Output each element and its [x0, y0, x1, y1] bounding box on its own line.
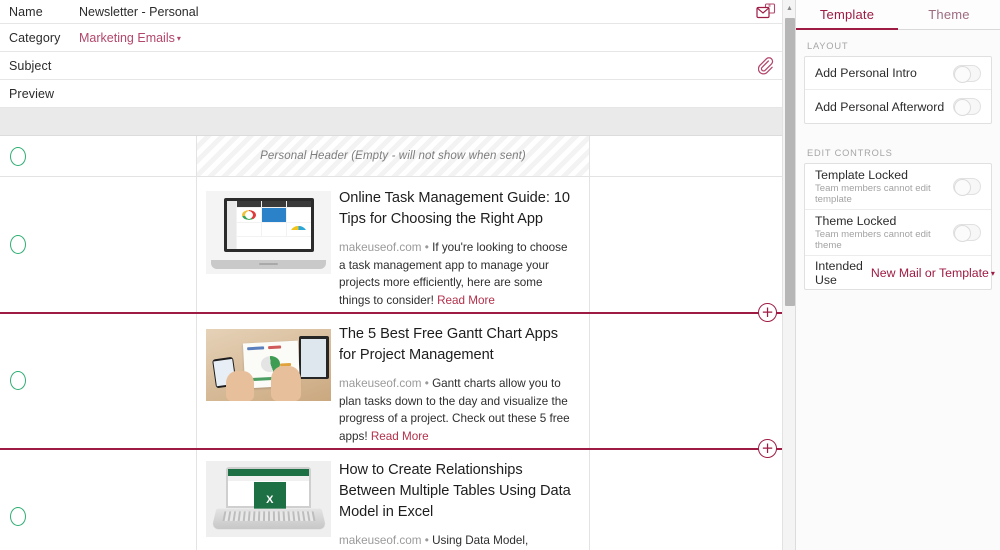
read-more-link[interactable]: Read More — [371, 430, 429, 443]
layout-options-card: Add Personal Intro Add Personal Afterwor… — [804, 56, 992, 124]
subject-label: Subject — [9, 58, 52, 73]
row-theme-locked[interactable]: Theme Locked Team members cannot edit th… — [805, 210, 991, 256]
block-right-column — [590, 136, 795, 176]
article-separator: • — [424, 377, 429, 390]
article-source: makeuseof.com — [339, 534, 422, 547]
theme-locked-toggle[interactable] — [953, 224, 981, 242]
insert-divider-line — [0, 312, 795, 314]
add-personal-intro-label: Add Personal Intro — [815, 66, 917, 80]
insert-divider-line — [0, 448, 795, 450]
name-label: Name — [9, 4, 43, 19]
article-1-content[interactable]: Online Task Management Guide: 10 Tips fo… — [197, 177, 590, 312]
article-block-1: Online Task Management Guide: 10 Tips fo… — [0, 177, 795, 313]
add-personal-afterword-label: Add Personal Afterword — [815, 99, 945, 114]
personal-header-text: Personal Header (Empty - will not show w… — [260, 150, 526, 162]
theme-locked-label: Theme Locked — [815, 214, 897, 228]
row-add-personal-afterword[interactable]: Add Personal Afterword — [805, 90, 991, 123]
read-more-link[interactable]: Read More — [437, 294, 495, 307]
edit-controls-card: Template Locked Team members cannot edit… — [804, 163, 995, 290]
article-separator: • — [424, 241, 429, 254]
article-block-3: X How to Create Relationships Between Mu… — [0, 449, 795, 550]
article-description: makeuseof.com • Using Data Model, automa… — [339, 532, 573, 550]
article-separator: • — [424, 534, 429, 547]
desk-planning-thumbnail — [206, 329, 331, 401]
add-personal-intro-toggle[interactable] — [953, 64, 981, 83]
article-1-left-column — [0, 177, 197, 312]
article-2-body: The 5 Best Free Gantt Chart Apps for Pro… — [338, 313, 589, 455]
article-3-body: How to Create Relationships Between Mult… — [338, 449, 589, 550]
block-select-marker[interactable] — [10, 507, 26, 526]
laptop-excel-thumbnail: X — [206, 461, 331, 537]
article-2-right-column — [590, 313, 795, 448]
add-personal-afterword-text: Add Personal Afterword — [815, 100, 953, 114]
name-value[interactable]: Newsletter - Personal — [79, 5, 199, 19]
chevron-down-icon: ▾ — [990, 268, 995, 278]
theme-locked-description: Team members cannot edit theme — [815, 229, 931, 251]
edit-controls-section-label: Edit Controls — [807, 148, 893, 158]
personal-header-placeholder[interactable]: Personal Header (Empty - will not show w… — [197, 136, 590, 176]
block-select-marker[interactable] — [10, 371, 26, 390]
editor-scrollbar[interactable]: ▲ — [782, 0, 795, 550]
row-template-locked[interactable]: Template Locked Team members cannot edit… — [805, 164, 991, 210]
article-description: makeuseof.com • Gantt charts allow you t… — [339, 375, 573, 445]
block-selector-column — [0, 136, 197, 176]
article-title[interactable]: The 5 Best Free Gantt Chart Apps for Pro… — [339, 324, 573, 366]
mail-template-icon[interactable] — [755, 1, 777, 23]
block-select-marker[interactable] — [10, 147, 26, 166]
article-3-content[interactable]: X How to Create Relationships Between Mu… — [197, 449, 590, 550]
theme-locked-text: Theme Locked Team members cannot edit th… — [815, 214, 953, 251]
preview-label: Preview — [9, 86, 55, 101]
laptop-dashboard-thumbnail — [206, 191, 331, 274]
personal-header-block: Personal Header (Empty - will not show w… — [0, 136, 795, 177]
article-3-left-column — [0, 449, 197, 550]
article-block-2: The 5 Best Free Gantt Chart Apps for Pro… — [0, 313, 795, 449]
field-row-subject: Subject — [0, 52, 795, 80]
template-locked-toggle[interactable] — [953, 178, 981, 196]
template-locked-description: Team members cannot edit template — [815, 183, 931, 205]
field-row-name: Name Newsletter - Personal — [0, 0, 795, 24]
section-divider-band — [0, 108, 795, 136]
template-locked-text: Template Locked Team members cannot edit… — [815, 168, 953, 205]
striped-placeholder-bg: Personal Header (Empty - will not show w… — [197, 136, 589, 176]
category-label: Category — [9, 30, 61, 45]
paperclip-icon[interactable] — [755, 55, 777, 77]
category-value: Marketing Emails — [79, 30, 175, 45]
add-block-button[interactable]: + — [758, 439, 777, 458]
article-source: makeuseof.com — [339, 377, 422, 390]
tab-template[interactable]: Template — [796, 0, 898, 30]
app-root: Name Newsletter - Personal Category Mark… — [0, 0, 1000, 550]
article-source: makeuseof.com — [339, 241, 422, 254]
properties-sidebar: Template Theme Layout Add Personal Intro… — [795, 0, 1000, 550]
intended-use-label: Intended Use — [815, 258, 863, 287]
layout-section-label: Layout — [807, 41, 849, 51]
tab-theme[interactable]: Theme — [898, 0, 1000, 29]
intended-use-value: New Mail or Template — [870, 265, 989, 280]
row-intended-use: Intended Use New Mail or Template ▾ — [805, 256, 995, 289]
row-add-personal-intro[interactable]: Add Personal Intro — [805, 57, 991, 90]
block-select-marker[interactable] — [10, 235, 26, 254]
article-title[interactable]: How to Create Relationships Between Mult… — [339, 460, 573, 523]
template-locked-label: Template Locked — [815, 168, 908, 182]
chevron-down-icon: ▾ — [176, 33, 181, 43]
email-template-editor: Name Newsletter - Personal Category Mark… — [0, 0, 795, 550]
article-3-right-column — [590, 449, 795, 550]
intended-use-dropdown[interactable]: New Mail or Template ▾ — [871, 266, 995, 280]
article-1-right-column — [590, 177, 795, 312]
article-title[interactable]: Online Task Management Guide: 10 Tips fo… — [339, 188, 573, 230]
add-personal-intro-text: Add Personal Intro — [815, 66, 953, 80]
article-1-body: Online Task Management Guide: 10 Tips fo… — [338, 177, 589, 319]
scrollbar-thumb[interactable] — [784, 18, 795, 306]
sidebar-tabs: Template Theme — [796, 0, 1000, 30]
article-2-left-column — [0, 313, 197, 448]
article-description: makeuseof.com • If you're looking to cho… — [339, 239, 573, 309]
field-row-preview: Preview — [0, 80, 795, 108]
scroll-up-arrow-icon[interactable]: ▲ — [783, 2, 795, 14]
add-block-button[interactable]: + — [758, 303, 777, 322]
article-2-content[interactable]: The 5 Best Free Gantt Chart Apps for Pro… — [197, 313, 590, 448]
field-row-category: Category Marketing Emails ▾ — [0, 24, 795, 52]
category-dropdown[interactable]: Marketing Emails ▾ — [79, 31, 181, 45]
add-personal-afterword-toggle[interactable] — [953, 98, 981, 116]
